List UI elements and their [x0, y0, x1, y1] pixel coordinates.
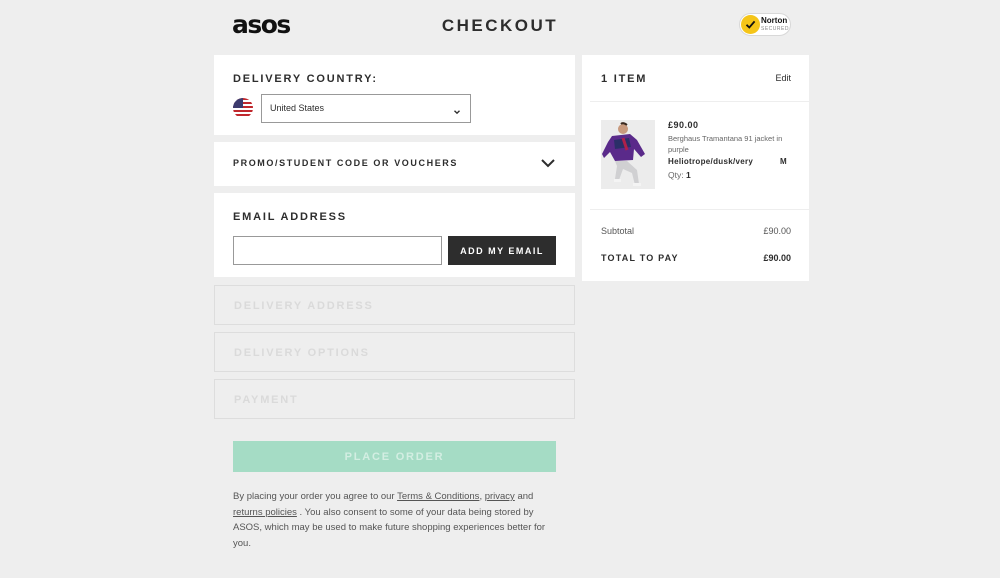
divider — [590, 209, 809, 210]
delivery-options-section: DELIVERY OPTIONS — [214, 332, 575, 372]
payment-label: PAYMENT — [234, 394, 299, 406]
delivery-country-select[interactable]: United States — [261, 94, 471, 123]
norton-brand: Norton — [761, 16, 788, 25]
delivery-address-label: DELIVERY ADDRESS — [234, 300, 374, 312]
chevron-down-icon — [453, 103, 461, 121]
edit-link[interactable]: Edit — [775, 73, 791, 83]
terms-text: By placing your order you agree to our T… — [233, 489, 553, 551]
delivery-options-label: DELIVERY OPTIONS — [234, 347, 370, 359]
subtotal-label: Subtotal — [601, 226, 635, 236]
delivery-country-panel: DELIVERY COUNTRY: United States — [214, 55, 575, 135]
qty-value: 1 — [685, 170, 691, 180]
item-color: Heliotrope/dusk/very — [668, 157, 754, 166]
header: asos CHECKOUT Norton SECURED — [0, 0, 1000, 55]
page-title: CHECKOUT — [441, 16, 559, 35]
add-my-email-button[interactable]: ADD MY EMAIL — [448, 236, 556, 265]
subtotal-value: £90.00 — [763, 226, 791, 236]
email-label: EMAIL ADDRESS — [233, 211, 347, 223]
terms-conditions-link[interactable]: Terms & Conditions — [397, 491, 479, 502]
item-size: M — [780, 157, 787, 166]
item-quantity: Qty: 1 — [668, 170, 691, 180]
item-name[interactable]: Berghaus Tramantana 91 jacket in purple — [668, 133, 793, 155]
privacy-link[interactable]: privacy — [485, 491, 515, 502]
delivery-address-section: DELIVERY ADDRESS — [214, 285, 575, 325]
terms-text-part: and — [514, 491, 534, 502]
item-count: 1 ITEM — [601, 73, 648, 85]
qty-label: Qty: — [668, 170, 684, 180]
email-input[interactable] — [233, 236, 442, 265]
checkmark-icon — [741, 15, 760, 34]
promo-panel[interactable]: PROMO/STUDENT CODE OR VOUCHERS — [214, 142, 575, 186]
order-summary-panel: 1 ITEM Edit £90.00 Berghaus Tramantana 9… — [582, 55, 809, 281]
terms-text-part: By placing your order you agree to our — [233, 491, 398, 502]
delivery-country-label: DELIVERY COUNTRY: — [233, 73, 378, 85]
us-flag-icon — [233, 98, 253, 118]
place-order-button[interactable]: PLACE ORDER — [233, 441, 556, 472]
norton-secured-badge: Norton SECURED — [739, 13, 791, 36]
total-label: TOTAL TO PAY — [601, 253, 679, 263]
norton-subtext: SECURED — [761, 26, 789, 32]
chevron-down-icon[interactable] — [540, 156, 556, 174]
returns-policies-link[interactable]: returns policies — [233, 507, 297, 518]
promo-label: PROMO/STUDENT CODE OR VOUCHERS — [233, 158, 459, 168]
email-panel: EMAIL ADDRESS ADD MY EMAIL — [214, 193, 575, 277]
total-value: £90.00 — [763, 253, 791, 263]
product-image[interactable] — [601, 120, 655, 189]
delivery-country-value: United States — [270, 103, 325, 113]
payment-section: PAYMENT — [214, 379, 575, 419]
divider — [590, 101, 809, 102]
item-price: £90.00 — [668, 120, 699, 130]
